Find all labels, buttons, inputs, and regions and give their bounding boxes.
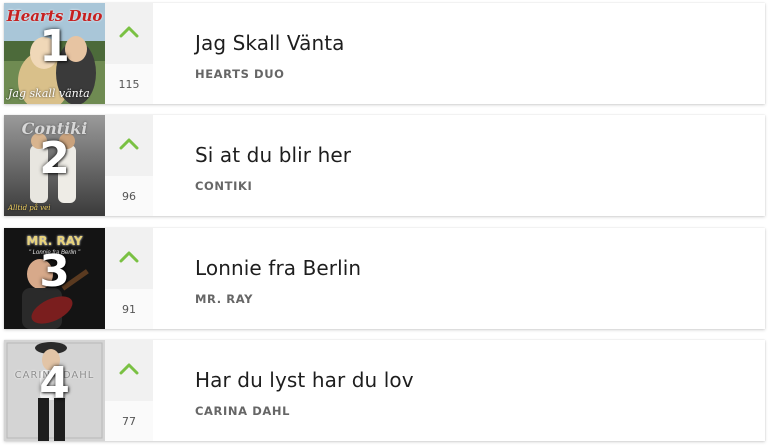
song-info: Jag Skall Vänta HEARTS DUO [153,3,765,104]
song-title[interactable]: Lonnie fra Berlin [195,256,765,280]
chevron-up-icon [119,26,139,38]
vote-box: 91 [105,228,153,329]
rank-number: 1 [39,21,70,72]
chart-entry[interactable]: CARINA DAHL 4 77 Har du lyst har du lov … [4,340,765,441]
album-cover: CARINA DAHL 4 [4,340,105,441]
vote-count: 77 [105,401,153,441]
chevron-up-icon [119,251,139,263]
artist-name[interactable]: HEARTS DUO [195,67,765,81]
vote-box: 115 [105,3,153,104]
vote-box: 96 [105,115,153,216]
rank-number: 2 [39,133,70,184]
vote-count: 96 [105,176,153,216]
cover-caption-text: Jag skall vänta [8,87,90,100]
artist-name[interactable]: CARINA DAHL [195,404,765,418]
album-cover: Contiki 2 Alltid på vei [4,115,105,216]
song-info: Lonnie fra Berlin MR. RAY [153,228,765,329]
vote-box: 77 [105,340,153,441]
chevron-up-icon [119,138,139,150]
song-info: Har du lyst har du lov CARINA DAHL [153,340,765,441]
chart-entry[interactable]: Hearts Duo 1 Jag skall vänta 115 Jag Ska… [4,3,765,104]
album-cover: MR. RAY " Lonnie fra Berlin " 3 [4,228,105,329]
chevron-up-icon [119,363,139,375]
upvote-button[interactable] [105,340,153,398]
song-title[interactable]: Jag Skall Vänta [195,31,765,55]
upvote-button[interactable] [105,228,153,286]
song-info: Si at du blir her CONTIKI [153,115,765,216]
rank-number: 4 [39,358,70,409]
upvote-button[interactable] [105,115,153,173]
song-title[interactable]: Si at du blir her [195,143,765,167]
cover-caption-text: Alltid på vei [8,204,51,212]
rank-number: 3 [39,246,70,297]
artist-name[interactable]: MR. RAY [195,292,765,306]
song-chart-list: Hearts Duo 1 Jag skall vänta 115 Jag Ska… [0,0,770,445]
chart-entry[interactable]: Contiki 2 Alltid på vei 96 Si at du blir… [4,115,765,216]
album-cover: Hearts Duo 1 Jag skall vänta [4,3,105,104]
chart-entry[interactable]: MR. RAY " Lonnie fra Berlin " 3 91 Lonni… [4,228,765,329]
vote-count: 91 [105,289,153,329]
vote-count: 115 [105,64,153,104]
upvote-button[interactable] [105,3,153,61]
artist-name[interactable]: CONTIKI [195,179,765,193]
song-title[interactable]: Har du lyst har du lov [195,368,765,392]
